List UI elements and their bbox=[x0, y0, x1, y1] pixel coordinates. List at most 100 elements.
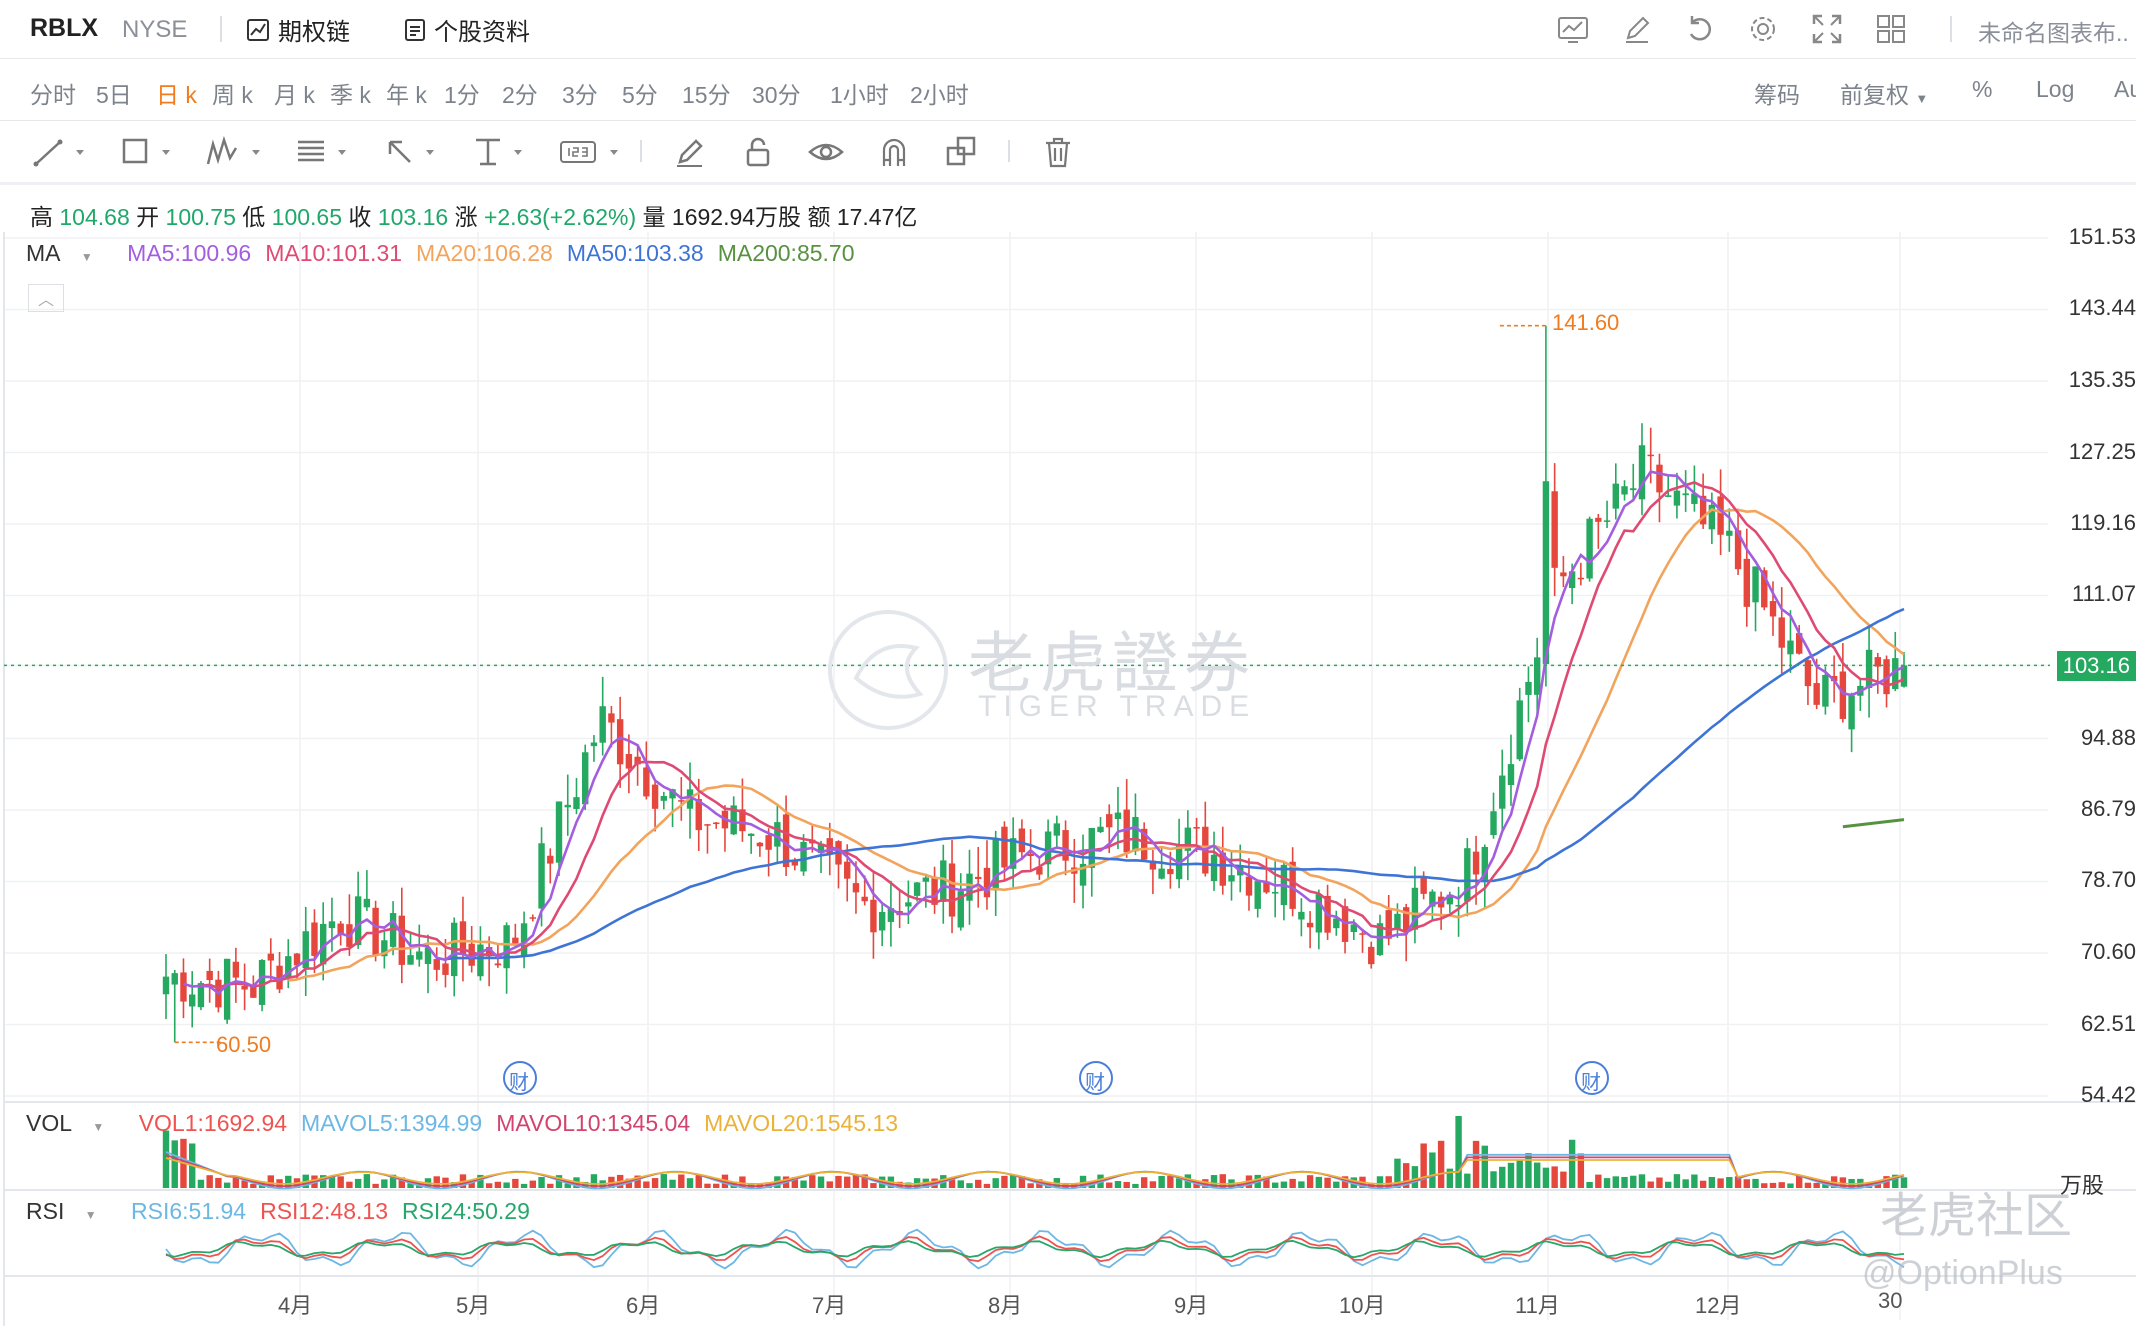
clone-icon[interactable] bbox=[944, 134, 980, 170]
rectangle-tool[interactable] bbox=[118, 134, 178, 170]
candle-body bbox=[747, 833, 755, 836]
chips-toggle[interactable]: 筹码 bbox=[1754, 76, 1800, 110]
chevron-down-icon: ▼ bbox=[84, 1208, 97, 1222]
y-tick-label: 151.53 bbox=[2068, 224, 2136, 249]
volume-bar bbox=[1298, 1181, 1305, 1188]
period-tab[interactable]: 分时 bbox=[30, 76, 76, 110]
candle-body bbox=[590, 742, 598, 747]
volume-bar bbox=[1114, 1181, 1122, 1188]
period-tab[interactable]: 年 k bbox=[386, 76, 427, 110]
candle-body bbox=[1822, 674, 1829, 707]
undo-icon[interactable] bbox=[1683, 12, 1717, 46]
volume-bar bbox=[346, 1181, 353, 1188]
volume-bar bbox=[363, 1174, 371, 1188]
candle-body bbox=[844, 861, 851, 879]
layout-grid-icon[interactable] bbox=[1874, 12, 1908, 46]
period-tab[interactable]: 2小时 bbox=[910, 76, 969, 110]
y-tick-label: 135.35 bbox=[2068, 366, 2136, 392]
y-tick-label: 62.51 bbox=[2080, 1010, 2136, 1036]
lock-icon[interactable] bbox=[740, 134, 776, 170]
ticker-symbol[interactable]: RBLX bbox=[30, 14, 98, 43]
chart-name-label[interactable]: 未命名图表布.. bbox=[1978, 14, 2129, 48]
volume-bar bbox=[1437, 1140, 1445, 1188]
collapse-button[interactable]: ︿ bbox=[28, 284, 64, 312]
period-tab[interactable]: 1小时 bbox=[830, 76, 889, 110]
y-tick-label: 119.16 bbox=[2070, 510, 2136, 535]
volume-bar bbox=[844, 1176, 851, 1188]
candle-body bbox=[616, 719, 624, 765]
y-tick-label: 94.88 bbox=[2080, 724, 2136, 750]
candlestick-chart[interactable] bbox=[0, 232, 2136, 1326]
gear-icon[interactable] bbox=[1746, 12, 1780, 46]
options-chain-button[interactable]: 期权链 bbox=[246, 12, 350, 47]
line-tool[interactable] bbox=[32, 134, 92, 170]
arrow-tool[interactable] bbox=[382, 134, 442, 170]
magnet-icon[interactable] bbox=[876, 134, 912, 170]
candle-body bbox=[1499, 775, 1506, 809]
candle-body bbox=[1359, 933, 1366, 935]
trash-icon[interactable] bbox=[1040, 134, 1076, 170]
indicator-icon[interactable] bbox=[1556, 12, 1590, 46]
volume-bar bbox=[494, 1181, 502, 1188]
volume-bar bbox=[372, 1183, 379, 1188]
auto-toggle[interactable]: Au bbox=[2114, 76, 2136, 103]
period-tab[interactable]: 15分 bbox=[682, 76, 731, 110]
period-tab[interactable]: 2分 bbox=[502, 76, 538, 110]
candle-body bbox=[1097, 826, 1104, 833]
period-tab[interactable]: 30分 bbox=[752, 76, 801, 110]
candle-body bbox=[1542, 481, 1550, 665]
fullscreen-icon[interactable] bbox=[1810, 12, 1844, 46]
candle-body bbox=[713, 822, 720, 825]
candle-body bbox=[564, 804, 571, 808]
period-tab[interactable]: 3分 bbox=[562, 76, 598, 110]
period-tab[interactable]: 1分 bbox=[444, 76, 480, 110]
rsi-legend-label[interactable]: RSI ▼ bbox=[26, 1198, 111, 1224]
x-tick-label: 10月 bbox=[1339, 1293, 1386, 1318]
log-toggle[interactable]: Log bbox=[2036, 76, 2074, 103]
vol-legend-label[interactable]: VOL ▼ bbox=[26, 1110, 118, 1136]
legend-item: MA50:103.38 bbox=[566, 240, 704, 266]
candle-body bbox=[1106, 814, 1113, 828]
period-tab[interactable]: 周 k bbox=[212, 76, 253, 110]
volume-bar bbox=[1761, 1183, 1768, 1188]
draw-icon[interactable] bbox=[1620, 12, 1654, 46]
candle-body bbox=[975, 876, 982, 880]
candle-body bbox=[870, 899, 877, 933]
candle-body bbox=[206, 970, 213, 981]
stock-profile-button[interactable]: 个股资料 bbox=[404, 12, 530, 47]
number-tool[interactable] bbox=[558, 134, 628, 170]
adjust-dropdown[interactable]: 前复权 ▼ bbox=[1840, 76, 1928, 110]
community-watermark: 老虎社区 bbox=[1880, 1190, 2073, 1243]
candle-body bbox=[503, 925, 510, 969]
pattern-tool[interactable] bbox=[204, 134, 270, 170]
options-chain-label: 期权链 bbox=[278, 19, 350, 46]
candle-body bbox=[643, 767, 650, 797]
candle-body bbox=[1778, 617, 1785, 648]
candle-body bbox=[608, 713, 615, 723]
candle-body bbox=[1193, 827, 1200, 829]
candle-body bbox=[800, 841, 807, 872]
volume-bar bbox=[1804, 1182, 1812, 1188]
candle-body bbox=[1621, 486, 1628, 495]
candle-body bbox=[1848, 695, 1855, 730]
y-tick-label: 86.79 bbox=[2080, 796, 2136, 821]
candle-body bbox=[1647, 454, 1654, 457]
candle-body bbox=[1001, 826, 1008, 868]
volume-bar bbox=[809, 1175, 816, 1188]
period-tab[interactable]: 5日 bbox=[96, 76, 132, 110]
period-tab[interactable]: 季 k bbox=[330, 76, 371, 110]
candle-body bbox=[1769, 601, 1777, 617]
candle-body bbox=[538, 843, 545, 909]
percent-toggle[interactable]: % bbox=[1972, 76, 1992, 103]
pencil-tool[interactable] bbox=[672, 134, 708, 170]
fibonacci-tool[interactable] bbox=[294, 134, 354, 170]
volume-bar bbox=[1106, 1182, 1113, 1188]
candle-body bbox=[442, 963, 449, 975]
ma-legend-label[interactable]: MA ▼ bbox=[26, 240, 107, 266]
period-tab[interactable]: 日 k bbox=[156, 76, 197, 110]
eye-icon[interactable] bbox=[808, 134, 844, 170]
adjust-label: 前复权 bbox=[1840, 82, 1909, 108]
measure-tool[interactable] bbox=[470, 134, 530, 170]
period-tab[interactable]: 5分 bbox=[622, 76, 658, 110]
period-tab[interactable]: 月 k bbox=[274, 76, 315, 110]
